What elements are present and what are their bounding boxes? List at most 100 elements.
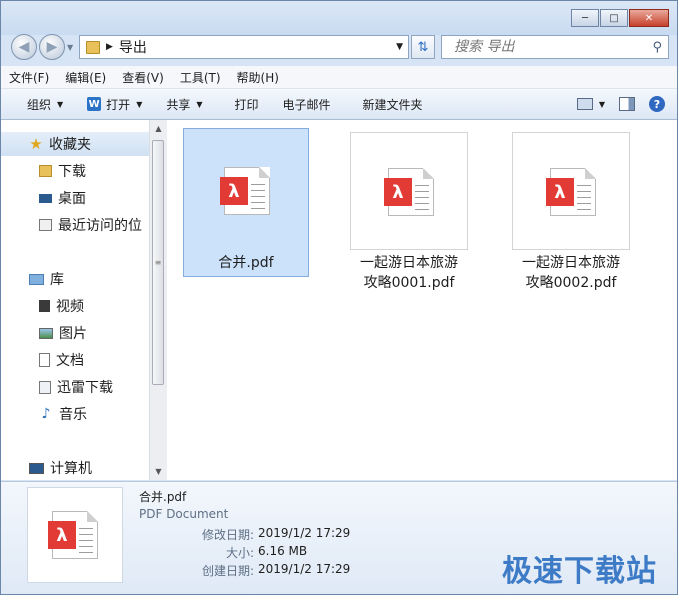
maximize-button[interactable]: □	[600, 9, 628, 27]
xunlei-folder-icon	[39, 380, 51, 394]
sidebar-item-desktop[interactable]: 桌面	[39, 186, 86, 210]
videos-icon	[39, 300, 50, 312]
open-app-icon: W	[87, 97, 102, 111]
sidebar-item-downloads[interactable]: 下载	[39, 159, 86, 183]
file-tile: λ 一起游日本旅游 攻略0002.pdf	[508, 128, 634, 297]
menu-view[interactable]: 查看(V)	[114, 69, 172, 86]
pdf-icon: λ	[220, 167, 270, 215]
folder-icon	[86, 40, 100, 54]
file-thumbnail: λ	[350, 132, 468, 250]
sidebar-item-recent[interactable]: 最近访问的位	[39, 213, 142, 237]
address-dropdown-icon[interactable]: ▼	[396, 42, 403, 52]
forward-button[interactable]: ▶	[39, 34, 65, 60]
command-bar: 组织 ▼ W 打开 ▼ 共享 ▼ 打印 电子邮件 新建文件夹 ▼ ?	[1, 89, 677, 120]
details-thumbnail: λ	[27, 487, 123, 583]
navigation-bar: ◀ ▶ ▼ ▶ 导出 ▼ ⇅ ⚲	[1, 31, 677, 65]
file-name: 合并.pdf	[218, 255, 274, 271]
sidebar-item-documents[interactable]: 文档	[39, 348, 84, 372]
back-button[interactable]: ◀	[11, 34, 37, 60]
file-name: 一起游日本旅游 攻略0001.pdf	[350, 253, 468, 293]
scroll-thumb[interactable]: ≡	[152, 140, 164, 385]
share-button[interactable]: 共享 ▼	[154, 96, 214, 113]
file-tile: λ 一起游日本旅游 攻略0001.pdf	[346, 128, 472, 297]
preview-pane-icon[interactable]	[619, 97, 635, 111]
window-controls: ─ □ ✕	[571, 9, 669, 27]
pdf-icon: λ	[48, 511, 98, 559]
search-input[interactable]	[452, 38, 646, 56]
details-label: 创建日期:	[201, 564, 254, 578]
file-thumbnail: λ	[187, 132, 305, 250]
sidebar-item-xunlei[interactable]: 迅雷下载	[39, 375, 113, 399]
sidebar-label: 下载	[58, 164, 86, 180]
pdf-icon: λ	[384, 168, 434, 216]
menu-edit[interactable]: 编辑(E)	[57, 69, 114, 86]
file-item[interactable]: λ 一起游日本旅游 攻略0001.pdf	[346, 128, 472, 297]
file-item[interactable]: λ 合并.pdf	[183, 128, 309, 277]
documents-icon	[39, 353, 50, 367]
libraries-icon	[29, 273, 44, 285]
search-icon[interactable]: ⚲	[652, 40, 662, 55]
navigation-pane: ★ 收藏夹 下载 桌面 最近访问的位 库 视频 图片 文档 迅雷下载 ♪ 音乐 计算	[1, 120, 149, 480]
sidebar-item-pictures[interactable]: 图片	[39, 321, 87, 345]
recent-places-icon	[39, 219, 52, 231]
organize-button[interactable]: 组织 ▼	[1, 96, 75, 113]
sidebar-label: 图片	[59, 326, 87, 342]
back-arrow-icon: ◀	[18, 39, 30, 55]
sidebar-item-videos[interactable]: 视频	[39, 294, 84, 318]
explorer-window: ─ □ ✕ ◀ ▶ ▼ ▶ 导出 ▼ ⇅ ⚲ 文件(F) 编辑(E) 查看(V)…	[0, 0, 678, 595]
pictures-icon	[39, 327, 53, 339]
sidebar-item-libraries[interactable]: 库	[29, 267, 64, 291]
email-button[interactable]: 电子邮件	[271, 96, 343, 113]
menu-bar: 文件(F) 编辑(E) 查看(V) 工具(T) 帮助(H)	[1, 66, 677, 89]
open-button[interactable]: W 打开 ▼	[75, 96, 154, 113]
share-label: 共享	[166, 97, 191, 112]
breadcrumb-arrow-icon[interactable]: ▶	[106, 42, 113, 52]
refresh-icon: ⇅	[417, 39, 429, 55]
forward-arrow-icon: ▶	[46, 39, 58, 55]
pdf-icon: λ	[546, 168, 596, 216]
open-dropdown-icon: ▼	[136, 99, 143, 109]
address-bar[interactable]: ▶ 导出 ▼	[79, 35, 409, 59]
refresh-button[interactable]: ⇅	[411, 35, 435, 59]
menu-tools[interactable]: 工具(T)	[172, 69, 229, 86]
details-size-row: 大小: 6.16 MB	[139, 544, 379, 561]
new-folder-label: 新建文件夹	[362, 97, 423, 112]
close-button[interactable]: ✕	[629, 9, 669, 27]
sidebar-item-music[interactable]: ♪ 音乐	[39, 402, 87, 426]
view-icon[interactable]	[576, 98, 593, 110]
details-created-row: 创建日期: 2019/1/2 17:29	[139, 562, 379, 579]
breadcrumb-current[interactable]: 导出	[119, 37, 147, 57]
sidebar-label: 库	[50, 272, 64, 288]
new-folder-button[interactable]: 新建文件夹	[343, 96, 435, 113]
sidebar-label: 最近访问的位	[58, 218, 142, 234]
watermark: 极速下载站	[502, 554, 657, 589]
minimize-icon: ─	[581, 12, 589, 24]
details-file-type: PDF Document	[139, 507, 229, 521]
file-name-line2: 攻略0001.pdf	[363, 275, 455, 291]
sidebar-label: 视频	[56, 299, 84, 315]
details-modified-row: 修改日期: 2019/1/2 17:29	[139, 526, 379, 543]
file-name-line2: 攻略0002.pdf	[525, 275, 617, 291]
sidebar-item-computer[interactable]: 计算机	[29, 456, 92, 480]
view-dropdown-icon[interactable]: ▼	[599, 100, 605, 109]
minimize-button[interactable]: ─	[571, 9, 599, 27]
details-value: 2019/1/2 17:29	[258, 526, 351, 540]
share-dropdown-icon: ▼	[196, 99, 203, 109]
email-label: 电子邮件	[282, 97, 331, 112]
menu-file[interactable]: 文件(F)	[1, 69, 57, 86]
help-icon[interactable]: ?	[649, 96, 665, 112]
scroll-up-icon[interactable]: ▲	[150, 120, 167, 137]
close-icon: ✕	[644, 12, 654, 24]
menu-help[interactable]: 帮助(H)	[229, 69, 287, 86]
recent-pages-icon[interactable]: ▼	[67, 43, 73, 52]
file-item[interactable]: λ 一起游日本旅游 攻略0002.pdf	[508, 128, 634, 297]
sidebar-scrollbar[interactable]: ▲ ≡ ▼	[149, 120, 167, 480]
view-controls: ▼ ?	[576, 96, 677, 112]
print-button[interactable]: 打印	[215, 96, 271, 113]
sidebar-label: 文档	[56, 353, 84, 369]
desktop-icon	[39, 193, 52, 203]
file-name-line1: 一起游日本旅游	[360, 255, 458, 271]
scroll-down-icon[interactable]: ▼	[150, 463, 167, 480]
file-name-line1: 一起游日本旅游	[522, 255, 620, 271]
sidebar-item-favorites[interactable]: ★ 收藏夹	[1, 132, 149, 156]
